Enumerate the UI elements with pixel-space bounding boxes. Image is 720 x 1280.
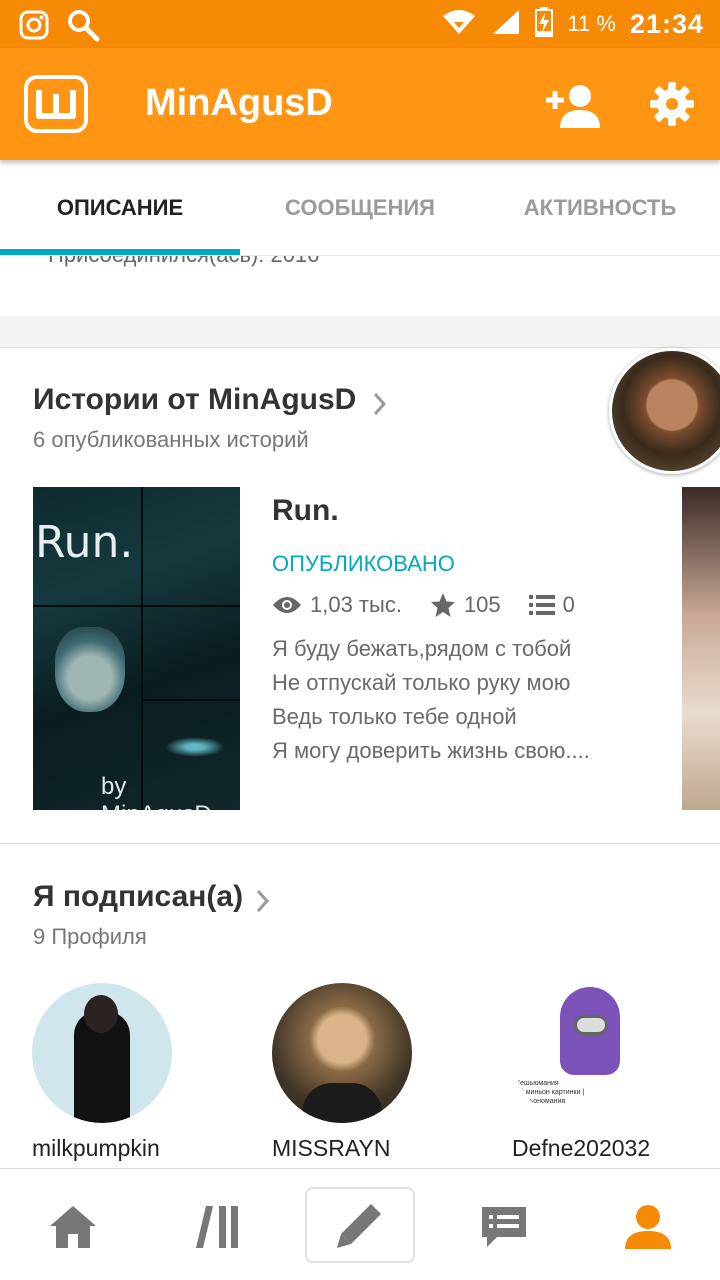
- add-user-icon[interactable]: [544, 82, 602, 130]
- stories-section-title[interactable]: Истории от MinAgusD: [33, 383, 356, 417]
- story-title[interactable]: Run.: [272, 494, 339, 528]
- list-icon: [528, 595, 555, 615]
- bottom-nav: [0, 1168, 720, 1280]
- library-icon[interactable]: [162, 1189, 272, 1265]
- wattpad-logo[interactable]: [24, 75, 88, 133]
- divider: [0, 843, 720, 844]
- signal-icon: [491, 8, 521, 41]
- status-bar: 11 % 21:34: [0, 0, 720, 48]
- active-tab-indicator: [0, 249, 240, 255]
- story-status: ОПУБЛИКОВАНО: [272, 551, 455, 576]
- write-icon[interactable]: [305, 1187, 415, 1263]
- reads-count: 1,03 тыс.: [310, 592, 402, 617]
- tab-activity[interactable]: АКТИВНОСТЬ: [480, 160, 720, 256]
- parts-count: 0: [562, 592, 575, 617]
- following-count: 9 Профиля: [33, 924, 147, 949]
- profile-icon[interactable]: [593, 1189, 703, 1265]
- avatar[interactable]: [609, 348, 720, 474]
- screen: 11 % 21:34 MinAgusD ОПИСАНИЕ СООБЩЕНИЯ А…: [0, 0, 720, 1280]
- battery-percent: 11 %: [567, 11, 616, 36]
- instagram-icon: [18, 9, 50, 46]
- chevron-right-icon: [256, 889, 270, 913]
- clock: 21:34: [629, 8, 704, 39]
- messages-icon[interactable]: [449, 1189, 559, 1265]
- story-description: Я буду бежать,рядом с тобой Не отпускай …: [272, 632, 652, 768]
- chevron-right-icon: [373, 392, 387, 416]
- following-name[interactable]: milkpumpkin: [32, 1135, 160, 1162]
- battery-charging-icon: [535, 6, 554, 42]
- search-icon: [66, 8, 100, 47]
- tab-messages[interactable]: СООБЩЕНИЯ: [240, 160, 480, 256]
- description-line: Я буду бежать,рядом с тобой: [272, 636, 572, 661]
- gear-icon[interactable]: [650, 82, 694, 126]
- votes-count: 105: [463, 592, 501, 617]
- following-name[interactable]: Defne202032: [512, 1135, 650, 1162]
- description-line: Ведь только тебе одной: [272, 704, 517, 729]
- cover-author: by MinAgusD: [101, 773, 212, 810]
- tab-description[interactable]: ОПИСАНИЕ: [0, 160, 240, 256]
- app-bar: MinAgusD: [0, 48, 720, 160]
- next-story-cover[interactable]: [680, 487, 720, 810]
- star-icon: [430, 593, 455, 617]
- wifi-icon: [441, 8, 477, 41]
- profile-tabs: ОПИСАНИЕ СООБЩЕНИЯ АКТИВНОСТЬ: [0, 160, 720, 256]
- section-separator: [0, 316, 720, 348]
- following-avatar[interactable]: Кешьюмания ой миньон картинки | Миньоном…: [512, 983, 652, 1123]
- following-section-title[interactable]: Я подписан(а): [33, 880, 243, 914]
- following-avatar[interactable]: [272, 983, 412, 1123]
- eye-icon: [273, 597, 301, 613]
- description-line: Не отпускай только руку мою: [272, 670, 571, 695]
- cover-title: Run.: [35, 517, 134, 568]
- stories-count: 6 опубликованных историй: [33, 427, 309, 452]
- story-stats: 1,03 тыс. 105 0: [272, 590, 575, 620]
- following-name[interactable]: MISSRAYN: [272, 1135, 390, 1162]
- story-cover[interactable]: Run. by MinAgusD: [33, 487, 240, 810]
- home-icon[interactable]: [18, 1189, 128, 1265]
- page-title: MinAgusD: [145, 82, 333, 124]
- description-line: Я могу доверить жизнь свою....: [272, 738, 590, 763]
- following-avatar[interactable]: [32, 983, 172, 1123]
